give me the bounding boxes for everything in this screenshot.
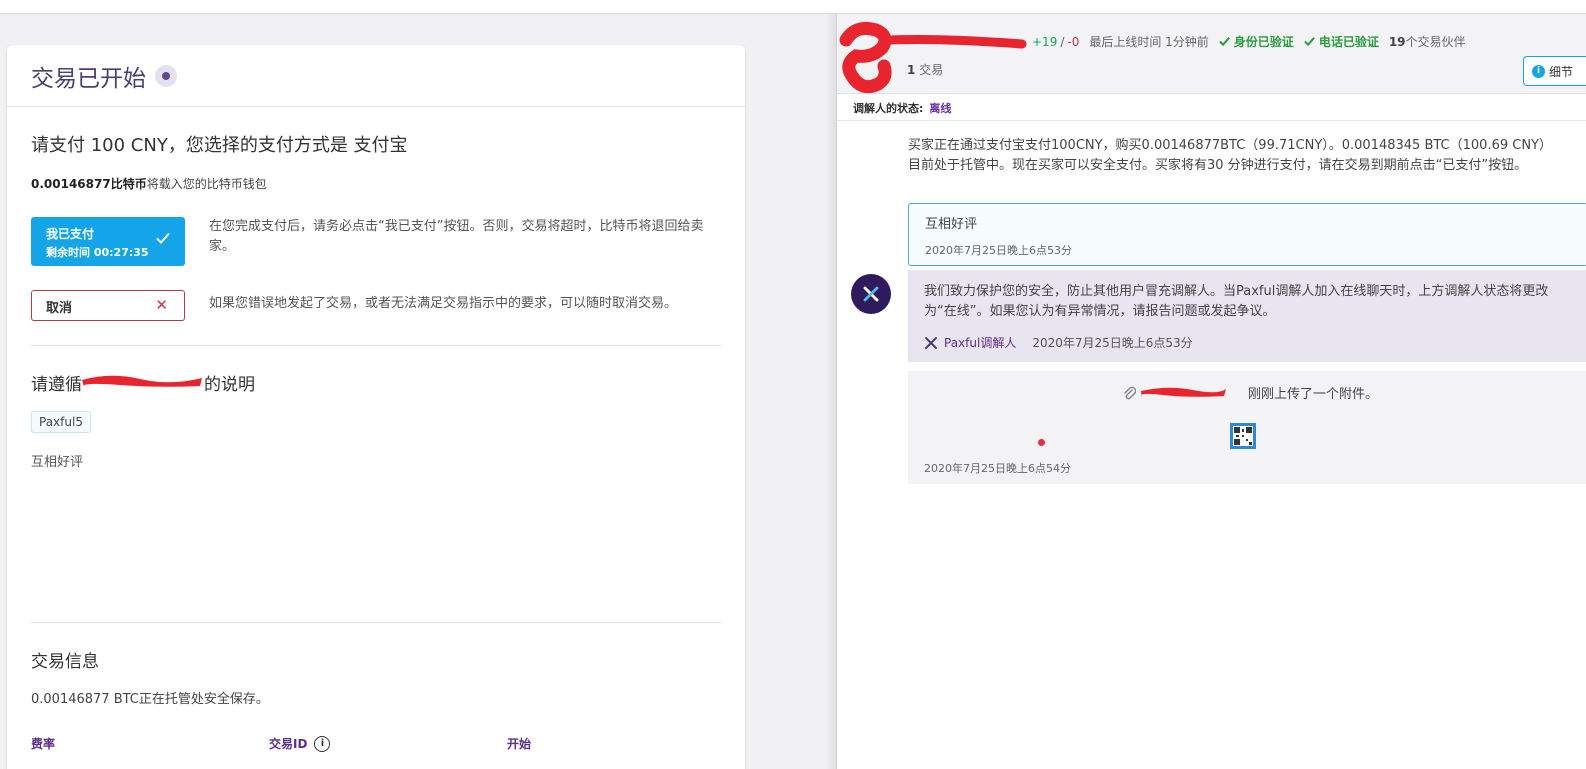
- trade-note: 互相好评: [31, 455, 84, 470]
- instructions-suffix: 的说明: [204, 375, 255, 395]
- btc-amount-line: 0.00146877比特币将载入您的比特币钱包: [31, 175, 267, 192]
- qr-code-icon: [1234, 427, 1252, 445]
- instructions-prefix: 请遵循: [31, 375, 82, 395]
- divider: [837, 120, 1586, 121]
- redaction-mark: [82, 375, 202, 387]
- paid-button-timer: 剩余时间 00:27:35: [46, 246, 149, 259]
- redaction-mark: [839, 21, 1027, 94]
- paxful-logo-icon: [925, 336, 937, 349]
- system-message: 买家正在通过支付宝支付100CNY，购买0.00146877BTC（99.71C…: [908, 138, 1553, 173]
- message-timestamp: 2020年7月25日晚上6点53分: [925, 244, 1072, 257]
- cancel-button-label: 取消: [46, 301, 73, 316]
- partner-header: +19 / -0 最后上线时间 1分钟前 身份已验证 电话已验证 19个交易伙伴…: [837, 14, 1586, 94]
- paperclip-icon: [1124, 386, 1136, 399]
- chat-panel: +19 / -0 最后上线时间 1分钟前 身份已验证 电话已验证 19个交易伙伴…: [836, 14, 1586, 769]
- btc-amount: 0.00146877比特币: [31, 177, 147, 191]
- paxful-avatar: [851, 274, 891, 314]
- details-button[interactable]: i 细节: [1523, 56, 1586, 86]
- mediator-status-value: 离线: [929, 102, 952, 115]
- trade-card: 交易已开始 请支付 100 CNY，您选择的支付方式是 支付宝 0.001468…: [7, 45, 745, 769]
- id-verified-badge: 身份已验证: [1219, 33, 1294, 50]
- cancel-description: 如果您错误地发起了交易，或者无法满足交易指示中的要求，可以随时取消交易。: [209, 296, 678, 311]
- chat-message-review: 互相好评 2020年7月25日晚上6点53分: [908, 203, 1586, 266]
- red-dot: [1038, 439, 1045, 446]
- page-title: 交易已开始: [31, 65, 146, 92]
- checkmark-icon: [1219, 37, 1230, 47]
- message-timestamp: 2020年7月25日晚上6点53分: [1032, 336, 1193, 350]
- paxful-logo-icon: [863, 286, 879, 302]
- check-icon: [156, 232, 170, 244]
- trade-info-title: 交易信息: [31, 652, 99, 672]
- browser-top-bar: [0, 0, 1586, 14]
- attachment-message: 刚刚上传了一个附件。 2020年7月25日晚上6点54分: [908, 371, 1586, 484]
- payment-instruction: 请支付 100 CNY，您选择的支付方式是 支付宝: [31, 135, 408, 156]
- redaction-mark: [1141, 387, 1226, 397]
- message-text: 我们致力保护您的安全，防止其他用户冒充调解人。当Paxful调解人加入在线聊天时…: [924, 284, 1549, 319]
- attachment-thumbnail[interactable]: [1230, 423, 1256, 449]
- negative-feedback: -0: [1067, 34, 1080, 49]
- status-indicator-icon: [155, 64, 177, 87]
- message-timestamp: 2020年7月25日晚上6点54分: [924, 462, 1071, 475]
- divider: [31, 622, 721, 623]
- mediator-status: 调解人的状态: 离线: [853, 102, 952, 115]
- message-text: 互相好评: [925, 217, 978, 232]
- paid-button[interactable]: 我已支付 剩余时间 00:27:35: [31, 217, 185, 266]
- info-icon: i: [1532, 64, 1545, 78]
- mediator-safety-message: 我们致力保护您的安全，防止其他用户冒充调解人。当Paxful调解人加入在线聊天时…: [908, 270, 1586, 362]
- divider: [31, 345, 721, 346]
- column-header-trade-id: 交易ID i: [269, 735, 331, 752]
- trade-card-header: 交易已开始: [7, 45, 745, 107]
- phone-verified-badge: 电话已验证: [1304, 33, 1379, 50]
- cancel-button[interactable]: 取消 ✕: [31, 290, 185, 321]
- info-icon[interactable]: i: [314, 735, 331, 752]
- column-header-rate: 费率: [31, 737, 56, 751]
- checkmark-icon: [1304, 37, 1315, 47]
- paid-description: 在您完成支付后，请务必点击“我已支付”按钮。否则，交易将超时，比特币将退回给卖家…: [209, 219, 704, 254]
- message-author: Paxful调解人: [944, 336, 1017, 350]
- column-header-start: 开始: [507, 737, 532, 751]
- partner-stats: +19 / -0 最后上线时间 1分钟前 身份已验证 电话已验证 19个交易伙伴: [1032, 33, 1466, 50]
- trade-tag: Paxful5: [31, 411, 91, 433]
- btc-amount-suffix: 将载入您的比特币钱包: [146, 177, 267, 191]
- last-online: 最后上线时间 1分钟前: [1089, 35, 1209, 49]
- escrow-status: 0.00146877 BTC正在托管处安全保存。: [31, 692, 269, 707]
- panel-shadow: [826, 14, 836, 769]
- attachment-text: 刚刚上传了一个附件。: [1248, 387, 1379, 402]
- trade-partners: 19个交易伙伴: [1388, 35, 1466, 49]
- close-icon: ✕: [155, 296, 168, 314]
- message-meta: Paxful调解人 2020年7月25日晚上6点53分: [924, 334, 1586, 351]
